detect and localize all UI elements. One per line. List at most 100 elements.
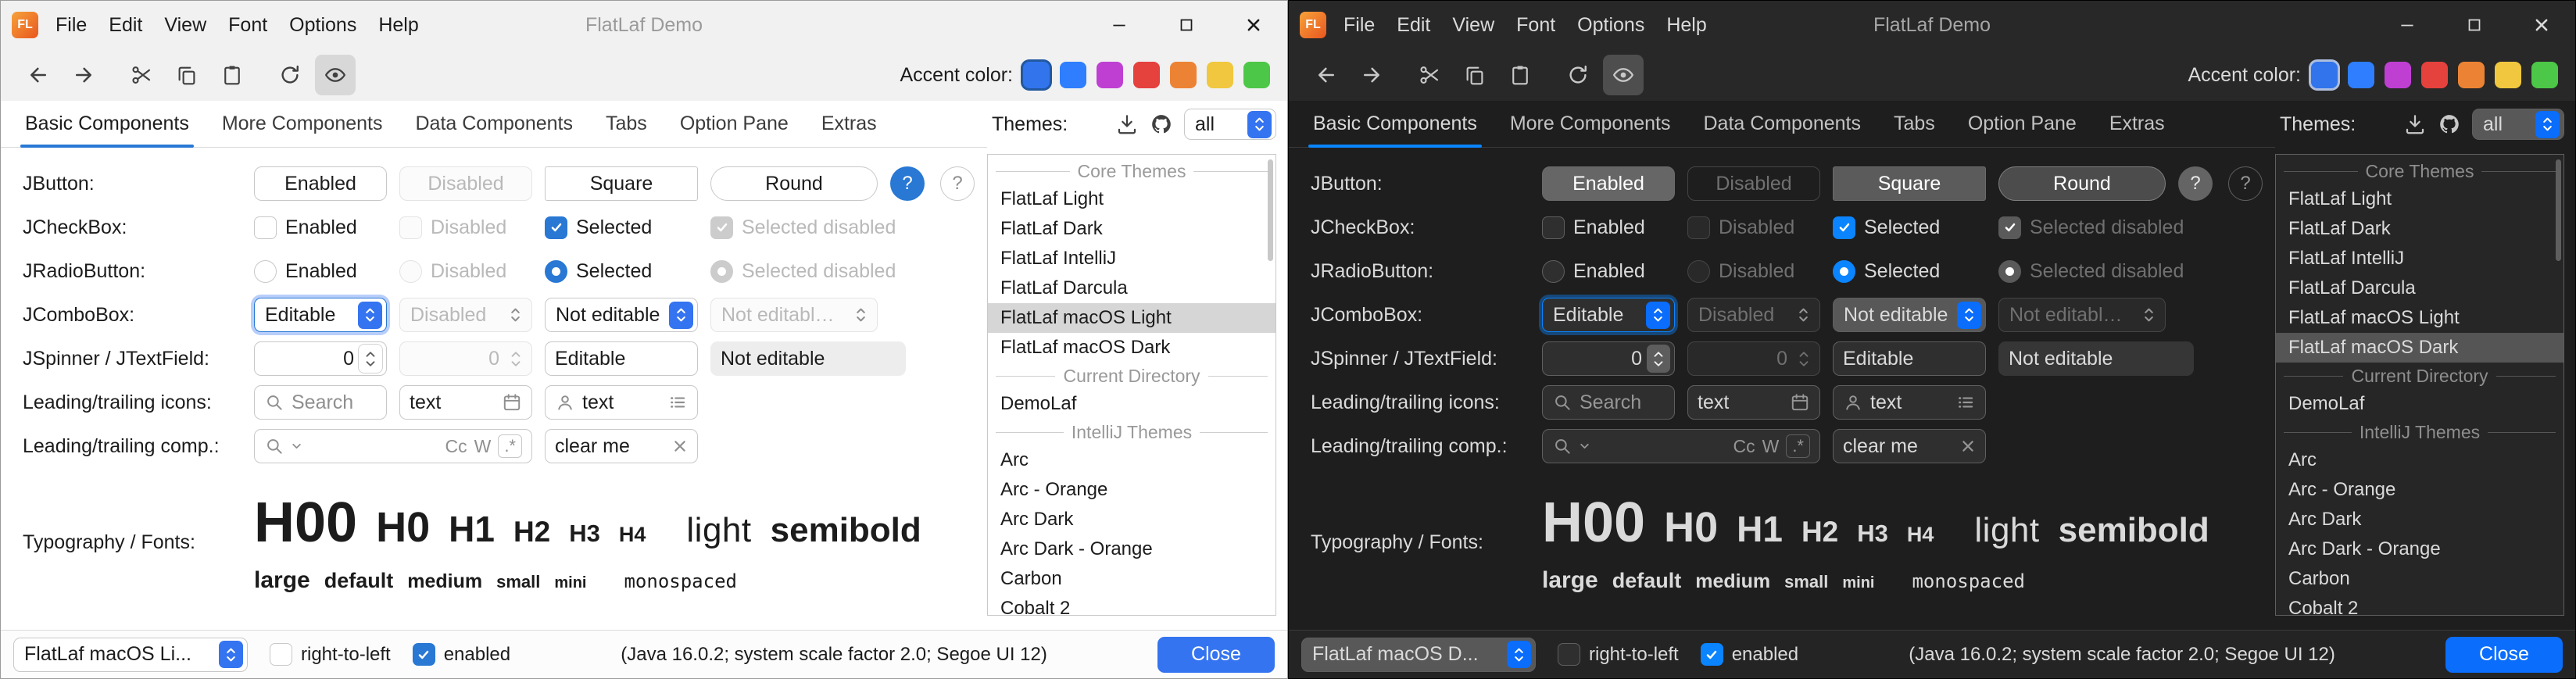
theme-item[interactable]: Arc Dark xyxy=(988,505,1275,534)
menu-font[interactable]: Font xyxy=(1516,14,1555,37)
radio-selected[interactable]: Selected xyxy=(1833,260,1986,283)
themes-filter-combobox[interactable]: all xyxy=(2472,109,2564,140)
theme-item[interactable]: FlatLaf Darcula xyxy=(988,273,1275,303)
theme-item[interactable]: FlatLaf Dark xyxy=(988,214,1275,244)
search-options-input[interactable] xyxy=(1597,435,1726,458)
spinner-arrows-icon[interactable] xyxy=(359,345,382,373)
checkbox-enabled[interactable]: Enabled xyxy=(254,216,387,239)
combobox-arrows-icon[interactable] xyxy=(219,641,243,668)
round-button[interactable]: Round xyxy=(710,166,878,201)
tab-data-components[interactable]: Data Components xyxy=(1687,113,1877,147)
menu-file[interactable]: File xyxy=(55,14,87,37)
tab-basic-components[interactable]: Basic Components xyxy=(9,113,206,147)
right-to-left-checkbox[interactable]: right-to-left xyxy=(1558,643,1679,666)
combobox-arrows-icon[interactable] xyxy=(358,302,382,329)
enabled-button[interactable]: Enabled xyxy=(254,166,387,201)
lookandfeel-combobox[interactable]: FlatLaf macOS D... xyxy=(1301,638,1536,672)
close-window-button[interactable] xyxy=(1220,1,1287,49)
theme-item[interactable]: DemoLaf xyxy=(988,389,1275,419)
theme-item[interactable]: FlatLaf macOS Dark xyxy=(988,333,1275,363)
menu-options[interactable]: Options xyxy=(1577,14,1644,37)
calendar-icon[interactable] xyxy=(502,392,522,413)
minimize-button[interactable] xyxy=(1086,1,1153,49)
combobox-input[interactable] xyxy=(1553,304,1641,327)
search-icon[interactable] xyxy=(1552,436,1572,456)
scrollbar-thumb[interactable] xyxy=(2556,159,2561,261)
search-input[interactable] xyxy=(1580,391,1665,414)
tab-option-pane[interactable]: Option Pane xyxy=(664,113,805,147)
tab-tabs[interactable]: Tabs xyxy=(1877,113,1952,147)
search-options-field[interactable]: Cc W .* xyxy=(1542,429,1820,463)
textfield-input[interactable] xyxy=(555,348,688,370)
themes-list[interactable]: Core Themes FlatLaf Light FlatLaf Dark F… xyxy=(2275,154,2564,616)
accent-swatch-orange[interactable] xyxy=(1170,62,1197,88)
checkbox-selected[interactable]: Selected xyxy=(1833,216,1986,239)
square-button[interactable]: Square xyxy=(545,166,698,201)
themes-list[interactable]: Core Themes FlatLaf Light FlatLaf Dark F… xyxy=(987,154,1276,616)
clear-icon[interactable] xyxy=(1960,438,1976,454)
help-button[interactable]: ? xyxy=(2178,166,2213,201)
accent-swatch-yellow[interactable] xyxy=(2495,62,2521,88)
theme-item[interactable]: FlatLaf macOS Light xyxy=(2276,303,2563,333)
theme-item[interactable]: Arc Dark - Orange xyxy=(2276,534,2563,564)
radio-enabled[interactable]: Enabled xyxy=(254,260,387,283)
theme-item[interactable]: DemoLaf xyxy=(2276,389,2563,419)
accent-swatch-purple[interactable] xyxy=(2385,62,2411,88)
combobox-arrows-icon[interactable] xyxy=(1646,302,1670,329)
tab-data-components[interactable]: Data Components xyxy=(399,113,589,147)
user-field[interactable] xyxy=(545,385,698,420)
tab-more-components[interactable]: More Components xyxy=(206,113,399,147)
maximize-button[interactable] xyxy=(2441,1,2508,49)
search-input[interactable] xyxy=(292,391,377,414)
github-icon[interactable] xyxy=(1150,113,1173,136)
themes-filter-combobox[interactable]: all xyxy=(1184,109,1276,140)
spinner-arrows-icon[interactable] xyxy=(1647,345,1670,373)
forward-button[interactable] xyxy=(63,55,104,95)
menu-edit[interactable]: Edit xyxy=(109,14,142,37)
spinner[interactable] xyxy=(1542,341,1675,376)
scrollbar-thumb[interactable] xyxy=(1268,159,1273,261)
theme-item[interactable]: Carbon xyxy=(2276,564,2563,594)
accent-swatch-green[interactable] xyxy=(1243,62,1270,88)
calendar-input[interactable] xyxy=(410,391,495,414)
match-case-button[interactable]: Cc xyxy=(1733,436,1755,457)
combobox-arrows-icon[interactable] xyxy=(1247,111,1272,138)
whole-word-button[interactable]: W xyxy=(474,436,492,457)
theme-item[interactable]: Carbon xyxy=(988,564,1275,594)
accent-swatch-blue[interactable] xyxy=(2348,62,2374,88)
theme-item[interactable]: Arc - Orange xyxy=(2276,475,2563,505)
combobox-arrows-icon[interactable] xyxy=(669,302,693,329)
theme-item[interactable]: FlatLaf IntelliJ xyxy=(988,244,1275,273)
tab-extras[interactable]: Extras xyxy=(805,113,893,147)
close-button[interactable]: Close xyxy=(2445,637,2563,673)
spinner[interactable] xyxy=(254,341,387,376)
theme-item-selected[interactable]: FlatLaf macOS Light xyxy=(988,303,1275,333)
accent-swatch-green[interactable] xyxy=(2531,62,2558,88)
clearable-field[interactable] xyxy=(545,429,698,463)
github-icon[interactable] xyxy=(2438,113,2461,136)
copy-button[interactable] xyxy=(166,55,207,95)
editable-textfield[interactable] xyxy=(545,341,698,376)
theme-item[interactable]: Cobalt 2 xyxy=(988,594,1275,616)
user-input[interactable] xyxy=(582,391,660,414)
not-editable-combobox[interactable]: Not editable xyxy=(1833,298,1986,332)
theme-item[interactable]: Arc xyxy=(988,445,1275,475)
clearable-field[interactable] xyxy=(1833,429,1986,463)
theme-item[interactable]: Arc - Orange xyxy=(988,475,1275,505)
enabled-checkbox[interactable]: enabled xyxy=(413,643,510,666)
list-icon[interactable] xyxy=(1955,392,1976,413)
tab-option-pane[interactable]: Option Pane xyxy=(1952,113,2093,147)
accent-swatch-red[interactable] xyxy=(2421,62,2448,88)
search-field[interactable] xyxy=(1542,385,1675,420)
theme-item[interactable]: FlatLaf Light xyxy=(988,184,1275,214)
radio-enabled[interactable]: Enabled xyxy=(1542,260,1675,283)
clearable-input[interactable] xyxy=(555,435,665,458)
menu-edit[interactable]: Edit xyxy=(1397,14,1430,37)
accent-swatch-default[interactable] xyxy=(2311,62,2338,88)
regex-button[interactable]: .* xyxy=(498,434,522,458)
user-input[interactable] xyxy=(1870,391,1948,414)
enabled-checkbox[interactable]: enabled xyxy=(1701,643,1798,666)
clear-icon[interactable] xyxy=(672,438,688,454)
download-icon[interactable] xyxy=(1115,113,1139,136)
calendar-field[interactable] xyxy=(399,385,532,420)
